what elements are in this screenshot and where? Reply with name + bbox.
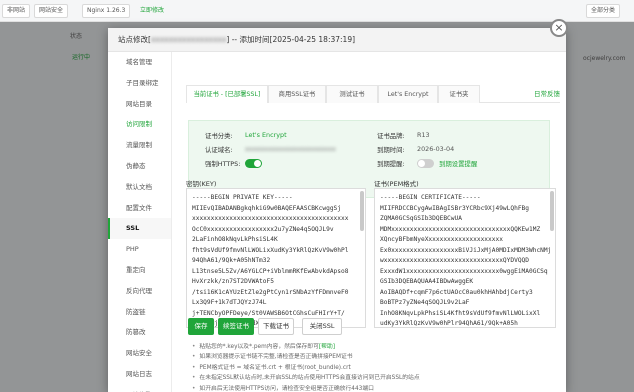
key-scrollbar[interactable] xyxy=(360,191,364,231)
note-item: 在未指定SSL默认站点时,未开启SSL的站点使用HTTPS会直接访问到已开启SS… xyxy=(192,373,552,383)
title-site-name: xxxxxxxxxxxxxxxxx xyxy=(150,35,227,44)
sidebar-item[interactable]: 流量限制 xyxy=(108,135,171,156)
topbar-item[interactable]: 非网站 xyxy=(2,4,31,18)
close-ssl-button[interactable]: 关闭SSL xyxy=(302,318,342,335)
save-button[interactable]: 保存 xyxy=(188,318,214,335)
tab-current-cert[interactable]: 当前证书 - [已部署SSL] xyxy=(186,85,268,103)
sidebar-item[interactable]: 伪静态 xyxy=(108,156,171,177)
brand-value: R13 xyxy=(417,131,430,139)
modal-sidebar: 域名管理 子目录绑定 网站目录 访问限制 流量限制 伪静态 默认文档 配置文件 SSL PHP 重定… xyxy=(108,52,172,392)
site-edit-modal: 站点修改[xxxxxxxxxxxxxxxxx] -- 添加时间[2025-04-… xyxy=(108,28,566,392)
text-line: ZQMA0GCSqGSIb3DQEBCwUA xyxy=(380,215,462,222)
renew-cert-button[interactable]: 续签证书 xyxy=(218,318,254,335)
renew-reminder-toggle[interactable] xyxy=(417,159,434,168)
renew-reminder-label: 到期提醒: xyxy=(377,160,405,168)
sidebar-item[interactable]: 防篡改 xyxy=(108,322,171,343)
cert-label: 证书(PEM格式) xyxy=(374,180,419,188)
title-prefix: 站点修改[ xyxy=(118,35,151,44)
text-line: xxxxxxxxxxxxxxxxxxxxxxxxxxxxxxxxxxxxxxxx… xyxy=(192,215,349,222)
sidebar-item[interactable]: 防盗链 xyxy=(108,302,171,323)
help-link[interactable]: [帮助] xyxy=(319,344,335,350)
title-suffix: ] -- 添加时间[2025-04-25 18:37:19] xyxy=(226,35,356,44)
category-label: 证书分类: xyxy=(205,132,233,140)
text-line: -----BEGIN CERTIFICATE----- xyxy=(380,194,481,201)
text-line: wxxxxxxxxxxxxxxxxxxxxxxxxxxxxxxxxQYDVQQD xyxy=(380,257,530,264)
renew-reminder-link[interactable]: 到期设置提醒 xyxy=(439,159,477,168)
text-line: MIIEvQIBADANBgkqhkiG9w0BAQEFAASCBKcwggSj xyxy=(192,204,342,212)
cert-textarea[interactable]: -----BEGIN CERTIFICATE----- MIIFRDCCBCygA… xyxy=(374,188,556,328)
sidebar-item[interactable]: 网站目录 xyxy=(108,94,171,115)
topbar-item[interactable]: Nginx 1.26.3 xyxy=(82,4,131,18)
note-text: 如果浏览器提示证书链不完整,请检查是否正确拼接PEM证书 xyxy=(199,354,353,361)
text-line: /tsi16K1cAYUzEtZle2gPtCyn1rSNbAzYfFDmnve… xyxy=(192,288,349,296)
text-line: -----BEGIN PRIVATE KEY----- xyxy=(192,194,293,201)
domain-value: xxxxxxxxxxxxxxxxxxxxxxxx xyxy=(245,145,336,153)
category-value: Let's Encrypt xyxy=(245,131,287,139)
text-line: fht9sVdUf9fmvNlLWOLixXudKy3YkRlQzKvV9w0h… xyxy=(192,246,349,254)
ssl-panel: 当前证书 - [已部署SSL] 商用SSL证书 测试证书 Let's Encry… xyxy=(180,52,560,392)
sidebar-item[interactable]: 访问限制 xyxy=(108,114,171,135)
key-textarea[interactable]: -----BEGIN PRIVATE KEY----- MIIEvQIBADANB… xyxy=(186,188,366,328)
text-line: GSIb3DQEBAQUAA4IBDwAwggEK xyxy=(380,278,474,285)
note-item: 如果浏览器提示证书链不完整,请检查是否正确拼接PEM证书 xyxy=(192,352,552,362)
force-https-label: 强制HTTPS: xyxy=(205,160,241,168)
brand-label: 证书品牌: xyxy=(377,132,405,140)
note-text: 如开启后无法使用HTTPS访问，请检查安全组是否正确放行443端口 xyxy=(199,385,374,392)
note-text: 粘贴您的*.key以及*.pem内容，然后保存即可 xyxy=(199,344,319,350)
text-line: AoIBAQDf+cqmF7p6ctUAOcC0au0khHAhbdjCerty… xyxy=(380,288,533,296)
background-topbar: 非网站 网站安全 Nginx 1.26.3 立即修改 全部分类 xyxy=(0,0,634,22)
sidebar-item[interactable]: SSL xyxy=(108,218,171,240)
ssl-notes: 粘贴您的*.key以及*.pem内容，然后保存即可[帮助] 如果浏览器提示证书链不… xyxy=(192,342,552,392)
download-cert-button[interactable]: 下载证书 xyxy=(258,318,294,335)
note-text: 在未指定SSL默认站点时,未开启SSL的站点使用HTTPS会直接访问到已开启SS… xyxy=(199,375,420,382)
text-line: 2LaFinhO8kNqvLkPhsiSL4K xyxy=(192,236,278,243)
sidebar-item[interactable]: 默认文档 xyxy=(108,177,171,198)
modal-title: 站点修改[xxxxxxxxxxxxxxxxx] -- 添加时间[2025-04-… xyxy=(108,28,566,52)
domain-label: 认证域名: xyxy=(205,146,233,154)
tab-cert-folder[interactable]: 证书夹 xyxy=(438,85,480,103)
topbar-link[interactable]: 立即修改 xyxy=(140,5,164,14)
text-line: 94QhA61/9Qk+A05hNTm32 xyxy=(192,257,271,264)
text-line: Ex0xxxxxxxxxxxxxxxxxxBiVJiJxMjA0MDIxMDM3… xyxy=(380,246,550,254)
text-line: BoBTPz7yZNe4qSOQJL9v2LaF xyxy=(380,299,470,306)
feedback-link[interactable]: 日常反馈 xyxy=(534,88,560,98)
ssl-tabs: 当前证书 - [已部署SSL] 商用SSL证书 测试证书 Let's Encry… xyxy=(186,85,560,103)
note-item: PEM格式证书 = 域名证书.crt + 根证书(root_bundle).cr… xyxy=(192,363,552,373)
tab-test-cert[interactable]: 测试证书 xyxy=(326,85,378,103)
sidebar-item[interactable]: 反向代理 xyxy=(108,281,171,302)
topbar-item[interactable]: 网站安全 xyxy=(34,4,69,18)
tab-commercial-ssl[interactable]: 商用SSL证书 xyxy=(268,85,326,103)
text-line: HvXrzkk/zn7ST2DVWAtoF5 xyxy=(192,278,274,285)
text-line: Lx3Q9F+1k7dTJQYzJ74L xyxy=(192,299,267,306)
cert-info-box: 证书分类: Let's Encrypt 认证域名: xxxxxxxxxxxxxx… xyxy=(188,120,550,198)
tab-lets-encrypt[interactable]: Let's Encrypt xyxy=(378,85,438,103)
text-line: MIIFRDCCBCygAwIBAgISBr3YCRbc9Xj49wLQhFBg xyxy=(380,204,530,212)
text-line: InhO8KNqvLpkPhsiSL4Kfht9sVdUf9fmvNlLWOLi… xyxy=(380,309,541,317)
sidebar-item[interactable]: PHP xyxy=(108,239,171,260)
sidebar-item[interactable]: 配置文件 xyxy=(108,198,171,219)
sidebar-item[interactable]: 重定向 xyxy=(108,260,171,281)
close-icon[interactable]: × xyxy=(550,19,568,37)
cert-scrollbar[interactable] xyxy=(550,191,554,231)
note-text: PEM格式证书 = 域名证书.crt + 根证书(root_bundle).cr… xyxy=(199,364,351,371)
text-line: XQncyBFbmNyeXxxxxxxxxxxxxxxxxxxxx xyxy=(380,236,503,243)
text-line: OcC0xxxxxxxxxxxxxxxxxx2u7yZNe4q5OQJL9v xyxy=(192,225,334,233)
sidebar-item[interactable]: 网站日志 xyxy=(108,364,171,385)
sidebar-item[interactable]: 子目录绑定 xyxy=(108,73,171,94)
text-line: ExxxdW1xxxxxxxxxxxxxxxxxxxxxxxxx0wggEiMA… xyxy=(380,267,548,275)
text-line: L13tnse5L5Zv/A6YGLCP+iVblmmRKfEwAbvkdAps… xyxy=(192,267,349,275)
force-https-toggle[interactable] xyxy=(245,159,262,168)
key-label: 密钥(KEY) xyxy=(186,180,217,188)
sidebar-item[interactable]: 域名管理 xyxy=(108,52,171,73)
sidebar-item[interactable]: 网站安全 xyxy=(108,343,171,364)
text-line: MDMxxxxxxxxxxxxxxxxxxxxxxxxxxxxxxxxQQKEw… xyxy=(380,225,541,233)
note-item: 粘贴您的*.key以及*.pem内容，然后保存即可[帮助] xyxy=(192,342,552,352)
topbar-item[interactable]: 全部分类 xyxy=(586,4,621,18)
text-line: udKy3YkRlQzKvV9w0hPlr94QhA61/9Qk+A05h xyxy=(380,320,518,327)
expire-value: 2026-03-04 xyxy=(417,145,455,153)
note-item: 如开启后无法使用HTTPS访问，请检查安全组是否正确放行443端口 xyxy=(192,384,552,392)
expire-label: 到期时间: xyxy=(377,146,405,154)
sidebar-item[interactable]: 网站告警 xyxy=(108,385,171,392)
